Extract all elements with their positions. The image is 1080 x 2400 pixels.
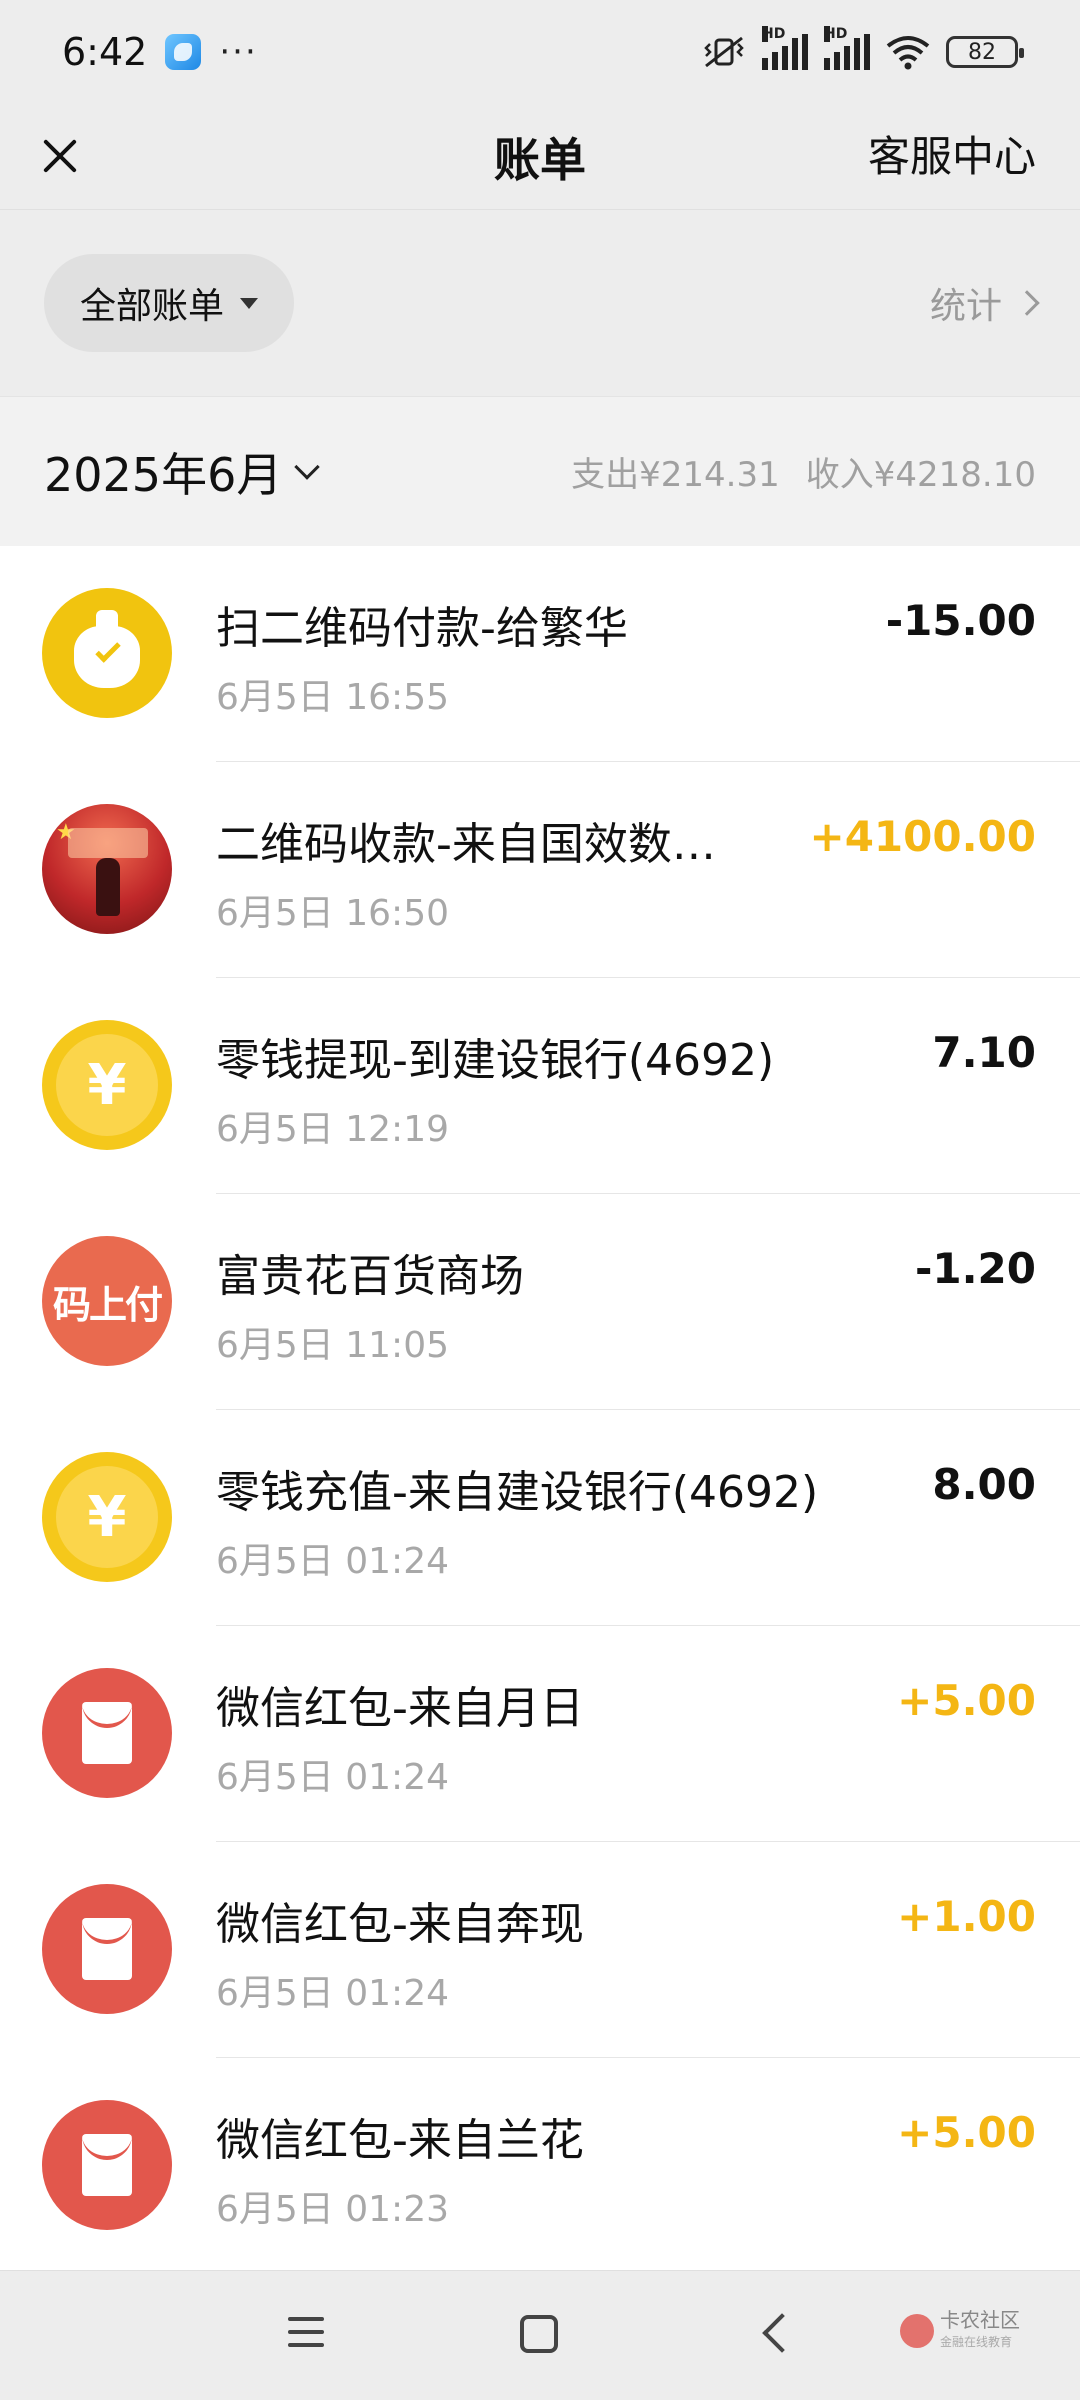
month-selector[interactable]: 2025年6月	[44, 439, 321, 505]
status-time: 6:42	[62, 30, 148, 74]
transaction-amount: -15.00	[885, 596, 1036, 645]
transaction-row[interactable]: 微信红包-来自月日 6月5日 01:24 +5.00	[0, 1626, 1080, 1842]
transaction-amount: +5.00	[897, 1676, 1036, 1725]
battery-icon: 82	[946, 36, 1024, 68]
vibrate-mute-icon	[704, 36, 744, 68]
status-bar: 6:42 ··· HD HD 82	[0, 0, 1080, 104]
transaction-amount: +4100.00	[809, 812, 1037, 861]
money-bag-icon	[42, 588, 172, 718]
yuan-coin-icon: ¥	[42, 1020, 172, 1150]
code-pay-icon: 码上付	[42, 1236, 172, 1366]
transaction-time: 6月5日 11:05	[216, 1325, 449, 1366]
stats-link[interactable]: 统计	[929, 277, 1040, 329]
chevron-down-icon	[294, 453, 321, 480]
transaction-time: 6月5日 01:24	[216, 1541, 449, 1582]
red-packet-icon	[42, 1668, 172, 1798]
close-icon[interactable]	[30, 124, 94, 188]
user-avatar: ★	[42, 804, 172, 934]
month-income: 收入¥4218.10	[805, 455, 1036, 495]
watermark-subtitle: 金融在线教育	[940, 2335, 1013, 2349]
transaction-row[interactable]: 微信红包-来自兰花 6月5日 01:23 +5.00	[0, 2058, 1080, 2270]
status-left: 6:42 ···	[62, 30, 258, 74]
transaction-amount: 8.00	[932, 1460, 1036, 1509]
menu-icon[interactable]	[288, 2317, 324, 2351]
watermark-text: 卡农社区 金融在线教育	[940, 2309, 1020, 2353]
month-label: 2025年6月	[44, 447, 283, 502]
watermark: 卡农社区 金融在线教育	[900, 2309, 1020, 2353]
stats-label: 统计	[929, 286, 1002, 327]
hd-label-2: HD	[824, 26, 848, 42]
status-right: HD HD 82	[702, 26, 1024, 70]
transaction-title: 扫二维码付款-给繁华	[216, 603, 628, 654]
system-nav-bar: 卡农社区 金融在线教育	[0, 2270, 1080, 2400]
bill-filter-label: 全部账单	[79, 286, 224, 327]
transaction-time: 6月5日 12:19	[216, 1109, 449, 1150]
transaction-time: 6月5日 16:55	[216, 677, 449, 718]
transaction-list: 扫二维码付款-给繁华 6月5日 16:55 -15.00 ★ 二维码收款-来自国…	[0, 546, 1080, 2270]
title-bar: 账单 客服中心	[0, 104, 1080, 210]
signal-1-icon: HD	[762, 26, 808, 70]
back-icon[interactable]	[762, 2313, 802, 2353]
wifi-icon	[886, 36, 930, 70]
month-header: 2025年6月 支出¥214.31 收入¥4218.10	[0, 396, 1080, 546]
transaction-title: 微信红包-来自月日	[216, 1683, 584, 1734]
month-totals: 支出¥214.31 收入¥4218.10	[571, 447, 1036, 496]
caret-down-icon	[240, 297, 258, 309]
more-notifications-icon: ···	[219, 32, 258, 72]
transaction-time: 6月5日 16:50	[216, 893, 449, 934]
transaction-time: 6月5日 01:24	[216, 1757, 449, 1798]
watermark-logo-icon	[900, 2314, 934, 2348]
page-title: 账单	[494, 132, 586, 187]
home-icon[interactable]	[520, 2315, 558, 2353]
transaction-amount: +1.00	[897, 1892, 1036, 1941]
transaction-amount: 7.10	[932, 1028, 1036, 1077]
transaction-time: 6月5日 01:23	[216, 2189, 449, 2230]
transaction-title: 零钱提现-到建设银行(4692)	[216, 1035, 775, 1086]
app-notification-icon	[165, 34, 202, 70]
signal-2-icon: HD	[824, 26, 870, 70]
hd-label-1: HD	[762, 26, 786, 42]
transaction-title: 微信红包-来自奔现	[216, 1899, 584, 1950]
transaction-title: 零钱充值-来自建设银行(4692)	[216, 1467, 819, 1518]
transaction-title: 微信红包-来自兰花	[216, 2115, 584, 2166]
red-packet-icon	[42, 2100, 172, 2230]
transaction-row[interactable]: 微信红包-来自奔现 6月5日 01:24 +1.00	[0, 1842, 1080, 2058]
transaction-title: 富贵花百货商场	[216, 1251, 524, 1302]
customer-service-link[interactable]: 客服中心	[868, 120, 1036, 194]
red-packet-icon	[42, 1884, 172, 2014]
transaction-row[interactable]: 码上付 富贵花百货商场 6月5日 11:05 -1.20	[0, 1194, 1080, 1410]
transaction-title: 二维码收款-来自国效数…	[216, 819, 716, 870]
transaction-amount: -1.20	[914, 1244, 1036, 1293]
chevron-right-icon	[1014, 290, 1040, 316]
filter-row: 全部账单 统计	[0, 211, 1080, 395]
transaction-amount: +5.00	[897, 2108, 1036, 2157]
bill-filter-dropdown[interactable]: 全部账单	[44, 254, 294, 352]
transaction-row[interactable]: ¥ 零钱提现-到建设银行(4692) 6月5日 12:19 7.10	[0, 978, 1080, 1194]
yuan-coin-icon: ¥	[42, 1452, 172, 1582]
transaction-row[interactable]: ★ 二维码收款-来自国效数… 6月5日 16:50 +4100.00	[0, 762, 1080, 978]
month-expense: 支出¥214.31	[571, 455, 780, 495]
watermark-title: 卡农社区	[940, 2308, 1020, 2332]
transaction-row[interactable]: 扫二维码付款-给繁华 6月5日 16:55 -15.00	[0, 546, 1080, 762]
transaction-row[interactable]: ¥ 零钱充值-来自建设银行(4692) 6月5日 01:24 8.00	[0, 1410, 1080, 1626]
transaction-time: 6月5日 01:24	[216, 1973, 449, 2014]
